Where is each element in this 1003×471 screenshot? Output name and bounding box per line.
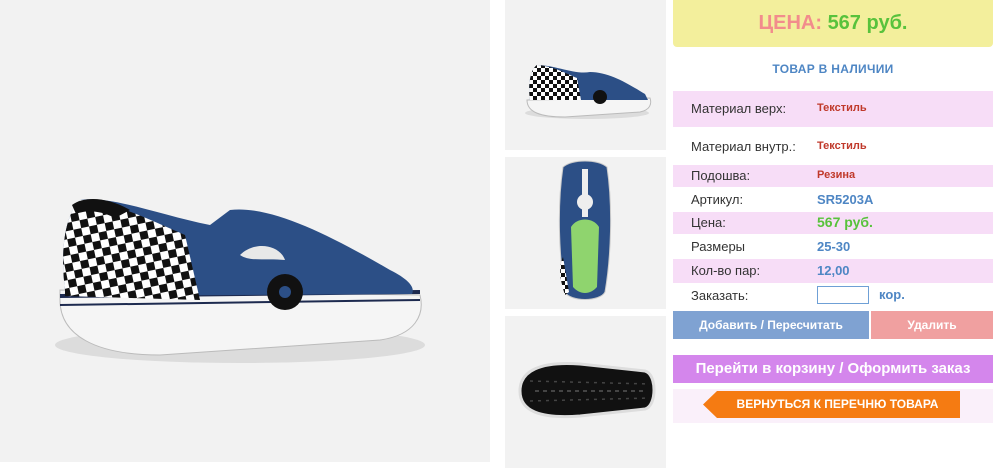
shoe-top-thumb	[558, 160, 612, 300]
spec-value: 567 руб.	[817, 214, 873, 230]
shoe-sole-thumb	[518, 361, 656, 419]
order-unit: кор.	[879, 287, 905, 302]
thumbnail-side[interactable]	[505, 0, 666, 150]
order-label: Заказать:	[691, 288, 749, 303]
stock-status: ТОВАР В НАЛИЧИИ	[772, 62, 894, 76]
back-to-list-button[interactable]: ВЕРНУТЬСЯ К ПЕРЕЧНЮ ТОВАРА	[703, 391, 960, 418]
spec-row-pairs: Кол-во пар: 12,00	[673, 259, 993, 283]
price-label: ЦЕНА:	[758, 12, 823, 34]
go-to-cart-button[interactable]: Перейти в корзину / Оформить заказ	[673, 355, 993, 383]
spec-value: Текстиль	[817, 140, 867, 152]
spec-row-sole: Подошва: Резина	[673, 165, 993, 187]
spec-label: Кол-во пар:	[691, 263, 761, 278]
price-banner: ЦЕНА: 567 руб.	[673, 0, 993, 47]
delete-button[interactable]: Удалить	[871, 311, 993, 339]
spec-value: SR5203A	[817, 192, 874, 207]
order-quantity-input[interactable]	[817, 286, 869, 304]
add-recalculate-button[interactable]: Добавить / Пересчитать	[673, 311, 869, 339]
spec-row-sizes: Размеры 25-30	[673, 236, 993, 258]
spec-value: 25-30	[817, 239, 851, 254]
spec-value: Текстиль	[817, 102, 867, 114]
main-product-photo[interactable]	[0, 0, 490, 462]
spec-label: Материал внутр.:	[691, 139, 796, 154]
shoe-side-thumb	[525, 65, 652, 119]
spec-label: Материал верх:	[691, 101, 787, 116]
spec-value: Резина	[817, 169, 856, 181]
thumbnail-top[interactable]	[505, 157, 666, 309]
spec-label: Артикул:	[691, 192, 744, 207]
thumbnail-sole[interactable]	[505, 316, 666, 468]
spec-row-upper-material: Материал верх: Текстиль	[673, 91, 993, 127]
spec-label: Подошва:	[691, 168, 751, 183]
spec-label: Размеры	[691, 239, 746, 254]
price-value: 567 руб.	[827, 12, 908, 34]
spec-label: Цена:	[691, 215, 726, 230]
spec-row-price: Цена: 567 руб.	[673, 212, 993, 234]
shoe-image	[55, 198, 425, 363]
spec-value: 12,00	[817, 263, 850, 278]
spec-row-article: Артикул: SR5203A	[673, 189, 993, 211]
spec-row-inner-material: Материал внутр.: Текстиль	[673, 129, 993, 163]
